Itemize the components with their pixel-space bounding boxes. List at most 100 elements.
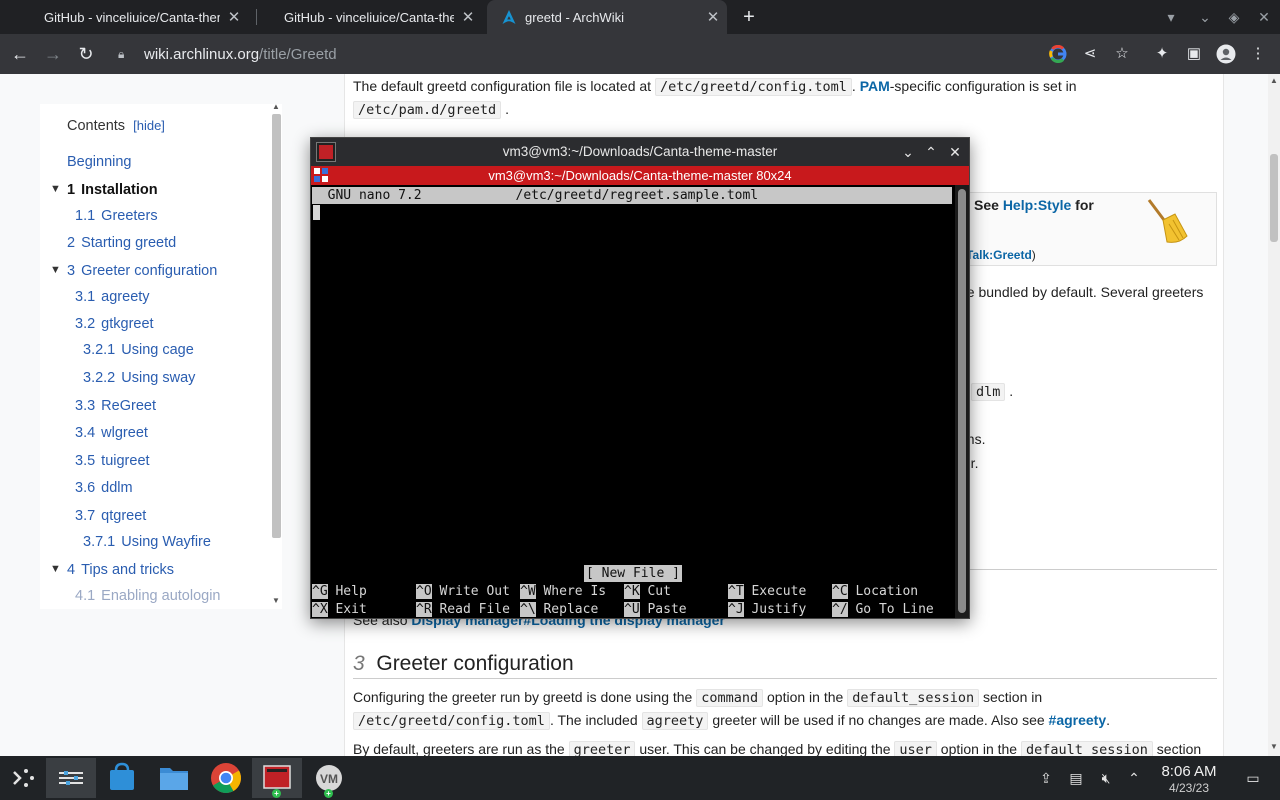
help-style-link[interactable]: Help:Style xyxy=(1003,197,1071,213)
paragraph-fragment: dlm . xyxy=(971,383,1013,401)
discover-store-icon[interactable] xyxy=(97,758,147,798)
toc-item[interactable]: 1 Installation xyxy=(67,182,158,198)
page-scroll-thumb[interactable] xyxy=(1270,154,1278,242)
url-path: /title/Greetd xyxy=(259,45,337,63)
toc-item[interactable]: 3.2.1 Using cage xyxy=(83,342,194,358)
terminal-body[interactable]: GNU nano 7.2 /etc/greetd/regreet.sample.… xyxy=(311,185,953,618)
scroll-down-arrow-icon[interactable]: ▼ xyxy=(272,596,280,605)
forward-arrow-icon[interactable]: → xyxy=(39,40,67,68)
virt-manager-icon[interactable]: VM + xyxy=(304,758,354,798)
tab-title: greetd - ArchWiki xyxy=(525,9,624,25)
clock-date[interactable]: 4/23/23 xyxy=(1150,781,1228,795)
terminal-taskbar-icon[interactable]: + xyxy=(252,758,302,798)
nano-shortcut: ^J Justify xyxy=(728,602,807,617)
minimize-window-icon[interactable]: ⌄ xyxy=(1193,5,1217,29)
terminal-tab-bar: vm3@vm3:~/Downloads/Canta-theme-master 8… xyxy=(311,166,969,185)
nano-shortcut: ^O Write Out xyxy=(416,584,510,599)
tab-close-icon[interactable]: ✕ xyxy=(699,8,727,26)
file-manager-icon[interactable] xyxy=(149,758,199,798)
toc-item[interactable]: 3.4 wlgreet xyxy=(75,425,148,441)
chrome-icon[interactable] xyxy=(201,758,251,798)
scroll-down-arrow-icon[interactable]: ▼ xyxy=(1270,742,1278,751)
toc-item[interactable]: 1.1 Greeters xyxy=(75,208,158,224)
toc-item[interactable]: 3.2.2 Using sway xyxy=(83,370,195,386)
terminal-scrollbar[interactable] xyxy=(955,185,969,618)
address-bar[interactable]: 🔒︎ wiki.archlinux.org/title/Greetd xyxy=(110,38,1140,70)
toc-title: Contents xyxy=(67,118,126,134)
tab-search-chevron-icon[interactable]: ▾ xyxy=(1159,5,1183,29)
toc-item[interactable]: 3.3 ReGreet xyxy=(75,398,156,414)
terminal-subtitle: vm3@vm3:~/Downloads/Canta-theme-master 8… xyxy=(488,168,792,183)
text-cursor xyxy=(313,205,320,220)
nano-status-message: [ New File ] xyxy=(584,565,682,582)
toc-item[interactable]: 3.5 tuigreet xyxy=(75,453,150,469)
close-icon[interactable]: ✕ xyxy=(944,141,966,163)
application-launcher-icon[interactable] xyxy=(0,758,50,798)
clock-time[interactable]: 8:06 AM xyxy=(1150,763,1228,780)
toc-item[interactable]: Beginning xyxy=(67,154,132,170)
scroll-up-arrow-icon[interactable]: ▲ xyxy=(1270,76,1278,85)
toc-item[interactable]: 4 Tips and tricks xyxy=(67,562,174,578)
toc-scroll-thumb[interactable] xyxy=(272,114,281,538)
toc-collapse-chevron-icon[interactable]: ▼ xyxy=(50,183,61,195)
clipboard-icon[interactable]: ▤ xyxy=(1066,768,1086,788)
minimize-icon[interactable]: ⌄ xyxy=(897,141,919,163)
toc-item[interactable]: 3.6 ddlm xyxy=(75,480,133,496)
broom-icon xyxy=(1147,199,1188,243)
browser-tab-active[interactable]: greetd - ArchWiki ✕ xyxy=(487,0,727,34)
section-divider xyxy=(959,569,1217,570)
toc-collapse-chevron-icon[interactable]: ▼ xyxy=(50,563,61,575)
toc-item[interactable]: 4.1 Enabling autologin xyxy=(75,588,221,604)
side-panel-icon[interactable]: ▣ xyxy=(1182,42,1206,66)
section-heading: 3 Greeter configuration xyxy=(353,652,574,675)
terminal-scroll-thumb[interactable] xyxy=(958,189,966,613)
toc-item[interactable]: 3.2 gtkgreet xyxy=(75,316,154,332)
toc-item[interactable]: 3 Greeter configuration xyxy=(67,263,217,279)
browser-tab[interactable]: GitHub - vinceliuice/Canta-theme-master … xyxy=(270,0,482,34)
page-scrollbar[interactable]: ▲ ▼ xyxy=(1268,74,1280,756)
table-of-contents: Contents [hide] Beginning ▼ 1 Installatio… xyxy=(40,104,282,609)
toc-item[interactable]: 2 Starting greetd xyxy=(67,235,176,251)
maximize-icon[interactable]: ⌃ xyxy=(920,141,942,163)
bookmark-star-icon[interactable]: ☆ xyxy=(1110,42,1134,66)
toc-item[interactable]: 3.1 agreety xyxy=(75,289,150,305)
google-lens-icon[interactable] xyxy=(1046,42,1070,66)
system-settings-icon[interactable] xyxy=(46,758,96,798)
paragraph-fragment: he bundled by default. Several greeters xyxy=(959,284,1204,300)
profile-avatar-icon[interactable] xyxy=(1214,42,1238,66)
svg-text:VM: VM xyxy=(320,772,338,786)
browser-toolbar: ← → ↻ 🔒︎ wiki.archlinux.org/title/Greetd… xyxy=(0,34,1280,74)
tab-separator xyxy=(256,9,257,25)
toc-collapse-chevron-icon[interactable]: ▼ xyxy=(50,264,61,276)
toc-item[interactable]: 3.7 qtgreet xyxy=(75,508,146,524)
scroll-up-arrow-icon[interactable]: ▲ xyxy=(272,102,280,111)
terminal-window: vm3@vm3:~/Downloads/Canta-theme-master ⌄… xyxy=(310,137,970,619)
show-desktop-icon[interactable]: ▭ xyxy=(1243,768,1263,788)
show-hidden-chevron-icon[interactable]: ⌃ xyxy=(1124,768,1144,788)
volume-muted-icon[interactable]: 🔇︎ xyxy=(1096,768,1116,788)
profile-sync-icon[interactable]: ◈ xyxy=(1222,5,1246,29)
nano-shortcut: ^R Read File xyxy=(416,602,510,617)
terminal-titlebar[interactable]: vm3@vm3:~/Downloads/Canta-theme-master ⌄… xyxy=(311,138,969,166)
browser-menu-icon[interactable]: ⋮ xyxy=(1246,42,1270,66)
toc-item[interactable]: 3.7.1 Using Wayfire xyxy=(83,534,211,550)
toc-scrollbar[interactable]: ▲ ▼ xyxy=(270,102,282,607)
browser-tab[interactable]: GitHub - vinceliuice/Canta-theme-master … xyxy=(30,0,248,34)
talk-greetd-link[interactable]: Talk:Greetd xyxy=(966,248,1032,262)
extensions-puzzle-icon[interactable]: ✦ xyxy=(1150,42,1174,66)
new-tab-button[interactable]: + xyxy=(736,4,762,30)
heading-underline xyxy=(353,678,1217,679)
tab-close-icon[interactable]: ✕ xyxy=(454,8,482,26)
close-window-icon[interactable]: ✕ xyxy=(1252,5,1276,29)
reload-icon[interactable]: ↻ xyxy=(72,40,100,68)
agreety-link[interactable]: #agreety xyxy=(1049,712,1107,728)
share-icon[interactable]: ⋖ xyxy=(1078,42,1102,66)
nano-shortcut: ^X Exit xyxy=(312,602,367,617)
back-arrow-icon[interactable]: ← xyxy=(6,40,34,68)
terminal-app-icon[interactable] xyxy=(317,143,335,161)
toc-hide-link[interactable]: [hide] xyxy=(133,118,165,133)
update-notifier-icon[interactable]: ⇪ xyxy=(1036,768,1056,788)
tab-close-icon[interactable]: ✕ xyxy=(220,8,248,26)
pam-link[interactable]: PAM xyxy=(860,78,890,94)
taskbar: + VM + ⇪ ▤ 🔇︎ ⌃ 8:06 AM 4/23/23 ▭ xyxy=(0,756,1280,800)
